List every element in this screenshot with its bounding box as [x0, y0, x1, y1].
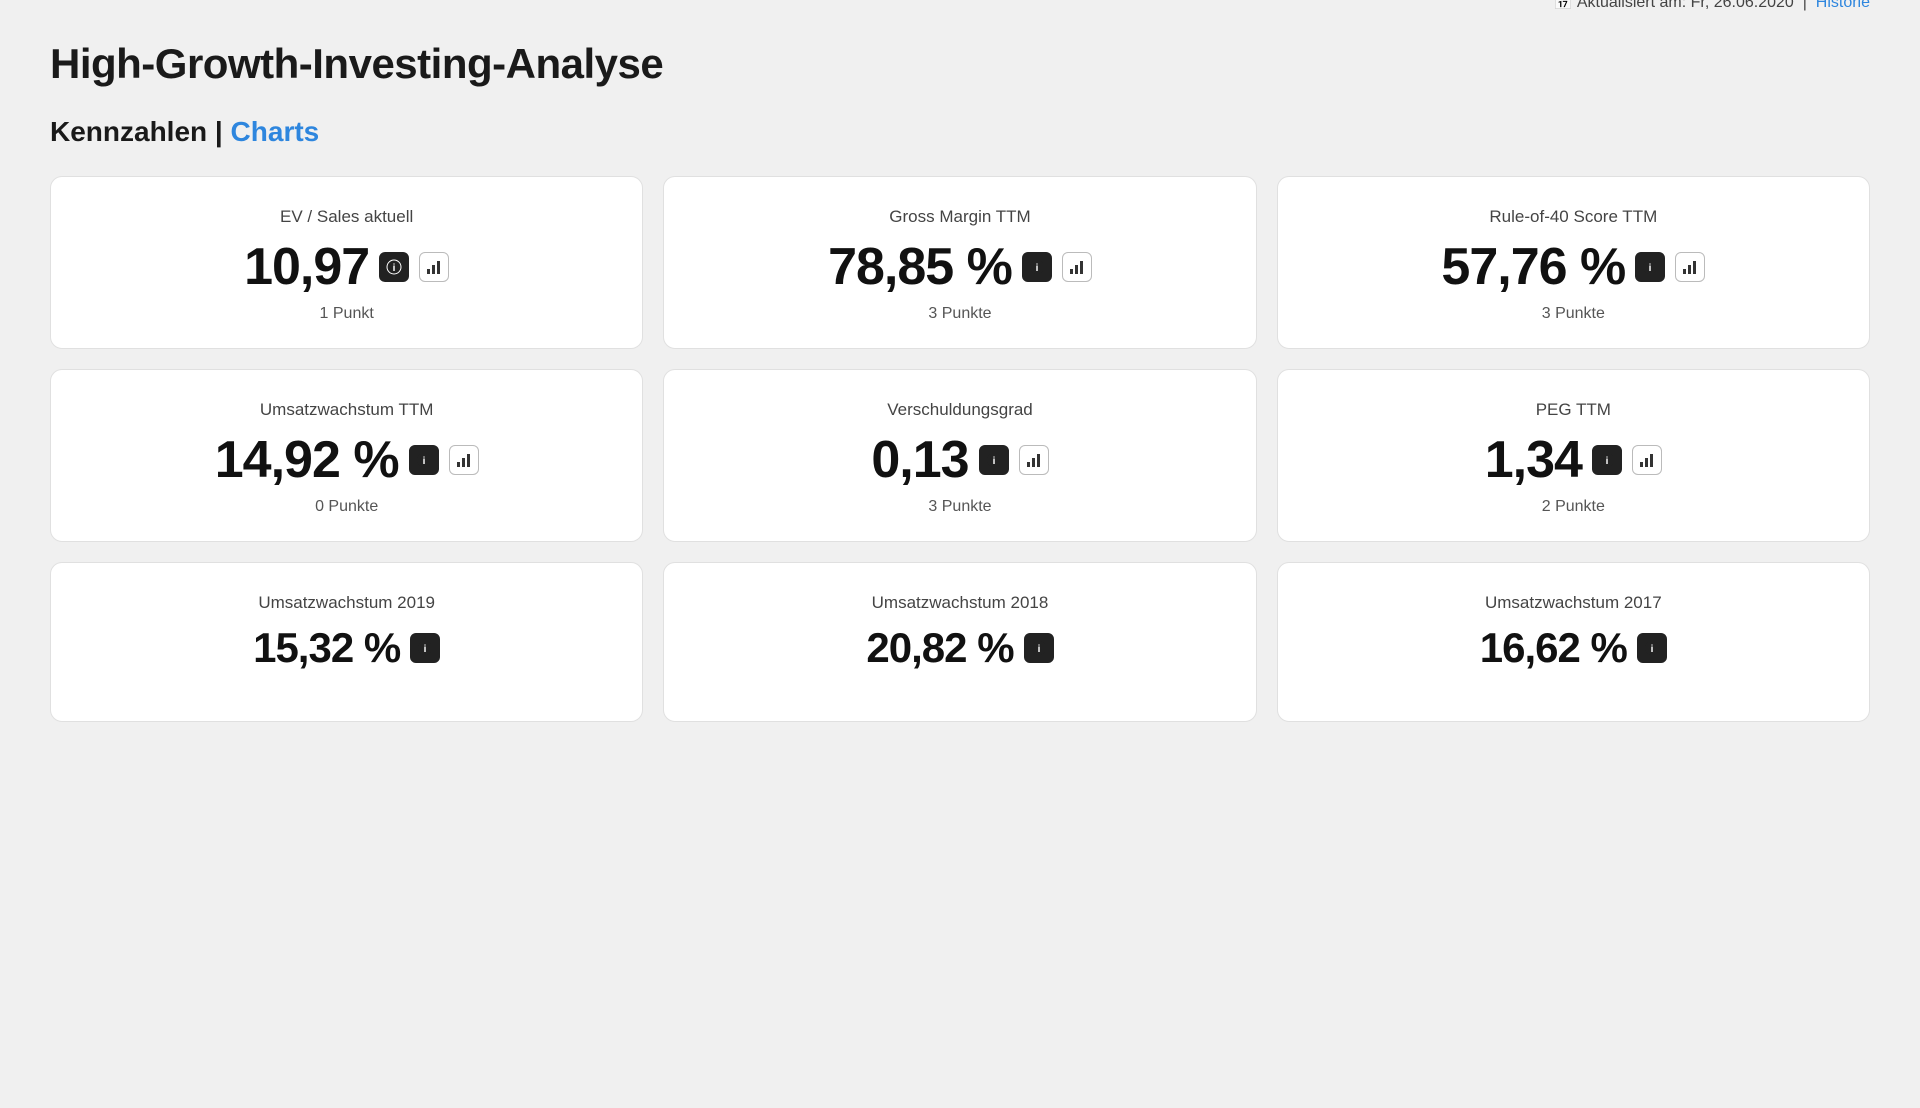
card-rule-of-40-value-row: 57,76 % i	[1441, 241, 1705, 293]
card-rule-of-40: Rule-of-40 Score TTM 57,76 % i 3 Punkte	[1277, 176, 1870, 349]
card-peg-ttm-value-row: 1,34 i	[1485, 434, 1662, 486]
update-date-label: Aktualisiert am: Fr, 26.06.2020	[1577, 0, 1794, 11]
card-umsatzwachstum-2018: Umsatzwachstum 2018 20,82 % i	[663, 562, 1256, 722]
card-ev-sales-value: 10,97	[244, 241, 369, 293]
card-umsatzwachstum-2019-value: 15,32 %	[253, 627, 400, 669]
card-umsatzwachstum-2019: Umsatzwachstum 2019 15,32 % i	[50, 562, 643, 722]
history-link[interactable]: Historie	[1816, 0, 1870, 11]
separator: |	[215, 116, 231, 147]
ev-sales-info-button[interactable]: i	[379, 252, 409, 282]
card-umsatzwachstum-2018-value-row: 20,82 % i	[866, 627, 1053, 669]
svg-text:i: i	[1650, 644, 1653, 655]
card-verschuldungsgrad-label: Verschuldungsgrad	[887, 400, 1033, 420]
svg-text:i: i	[992, 456, 995, 467]
card-umsatzwachstum-2017-label: Umsatzwachstum 2017	[1485, 593, 1662, 613]
peg-ttm-info-button[interactable]: i	[1592, 445, 1622, 475]
card-ev-sales-value-row: 10,97 i	[244, 241, 449, 293]
card-gross-margin: Gross Margin TTM 78,85 % i 3 Punkte	[663, 176, 1256, 349]
svg-text:i: i	[393, 263, 396, 274]
card-umsatzwachstum-2018-label: Umsatzwachstum 2018	[872, 593, 1049, 613]
cards-row-1: EV / Sales aktuell 10,97 i 1 Punkt Gross…	[50, 176, 1870, 349]
card-gross-margin-value: 78,85 %	[828, 241, 1012, 293]
svg-text:i: i	[422, 456, 425, 467]
card-rule-of-40-label: Rule-of-40 Score TTM	[1489, 207, 1657, 227]
card-gross-margin-label: Gross Margin TTM	[889, 207, 1030, 227]
card-verschuldungsgrad: Verschuldungsgrad 0,13 i 3 Punkte	[663, 369, 1256, 542]
card-peg-ttm-value: 1,34	[1485, 434, 1582, 486]
svg-text:i: i	[1606, 456, 1609, 467]
card-ev-sales-points: 1 Punkt	[320, 305, 374, 323]
card-umsatzwachstum-2017-value: 16,62 %	[1480, 627, 1627, 669]
gross-margin-chart-button[interactable]	[1062, 252, 1092, 282]
charts-link[interactable]: Charts	[231, 116, 320, 147]
card-verschuldungsgrad-value-row: 0,13 i	[871, 434, 1048, 486]
umsatzwachstum-ttm-info-button[interactable]: i	[409, 445, 439, 475]
umsatzwachstum-2019-info-button[interactable]: i	[410, 633, 440, 663]
card-gross-margin-points: 3 Punkte	[928, 305, 991, 323]
rule-of-40-chart-button[interactable]	[1675, 252, 1705, 282]
verschuldungsgrad-chart-button[interactable]	[1019, 445, 1049, 475]
card-gross-margin-value-row: 78,85 % i	[828, 241, 1092, 293]
rule-of-40-info-button[interactable]: i	[1635, 252, 1665, 282]
svg-text:i: i	[1036, 263, 1039, 274]
card-umsatzwachstum-ttm-value: 14,92 %	[215, 434, 399, 486]
umsatzwachstum-2017-info-button[interactable]: i	[1637, 633, 1667, 663]
card-ev-sales-label: EV / Sales aktuell	[280, 207, 413, 227]
peg-ttm-chart-button[interactable]	[1632, 445, 1662, 475]
card-rule-of-40-points: 3 Punkte	[1542, 305, 1605, 323]
svg-text:i: i	[1649, 263, 1652, 274]
card-umsatzwachstum-2019-label: Umsatzwachstum 2019	[258, 593, 435, 613]
card-umsatzwachstum-ttm-value-row: 14,92 % i	[215, 434, 479, 486]
card-rule-of-40-value: 57,76 %	[1441, 241, 1625, 293]
card-umsatzwachstum-ttm-label: Umsatzwachstum TTM	[260, 400, 434, 420]
svg-text:i: i	[424, 644, 427, 655]
cards-row-3: Umsatzwachstum 2019 15,32 % i Umsatzwach…	[50, 562, 1870, 722]
card-peg-ttm: PEG TTM 1,34 i 2 Punkte	[1277, 369, 1870, 542]
card-verschuldungsgrad-value: 0,13	[871, 434, 968, 486]
card-umsatzwachstum-ttm-points: 0 Punkte	[315, 498, 378, 516]
umsatzwachstum-2018-info-button[interactable]: i	[1024, 633, 1054, 663]
ev-sales-chart-button[interactable]	[419, 252, 449, 282]
card-umsatzwachstum-ttm: Umsatzwachstum TTM 14,92 % i 0 Punkte	[50, 369, 643, 542]
card-umsatzwachstum-2017: Umsatzwachstum 2017 16,62 % i	[1277, 562, 1870, 722]
card-umsatzwachstum-2017-value-row: 16,62 % i	[1480, 627, 1667, 669]
verschuldungsgrad-info-button[interactable]: i	[979, 445, 1009, 475]
card-umsatzwachstum-2019-value-row: 15,32 % i	[253, 627, 440, 669]
section-header: Kennzahlen | Charts	[50, 116, 1870, 148]
card-peg-ttm-points: 2 Punkte	[1542, 498, 1605, 516]
cards-row-2: Umsatzwachstum TTM 14,92 % i 0 Punkte Ve…	[50, 369, 1870, 542]
card-umsatzwachstum-2018-value: 20,82 %	[866, 627, 1013, 669]
kennzahlen-label: Kennzahlen	[50, 116, 207, 147]
card-verschuldungsgrad-points: 3 Punkte	[928, 498, 991, 516]
card-peg-ttm-label: PEG TTM	[1536, 400, 1611, 420]
update-bar: 📅 Aktualisiert am: Fr, 26.06.2020 | Hist…	[1553, 0, 1870, 12]
umsatzwachstum-ttm-chart-button[interactable]	[449, 445, 479, 475]
calendar-icon: 📅	[1553, 0, 1573, 11]
gross-margin-info-button[interactable]: i	[1022, 252, 1052, 282]
page-title: High-Growth-Investing-Analyse	[50, 40, 663, 88]
svg-text:i: i	[1037, 644, 1040, 655]
card-ev-sales: EV / Sales aktuell 10,97 i 1 Punkt	[50, 176, 643, 349]
